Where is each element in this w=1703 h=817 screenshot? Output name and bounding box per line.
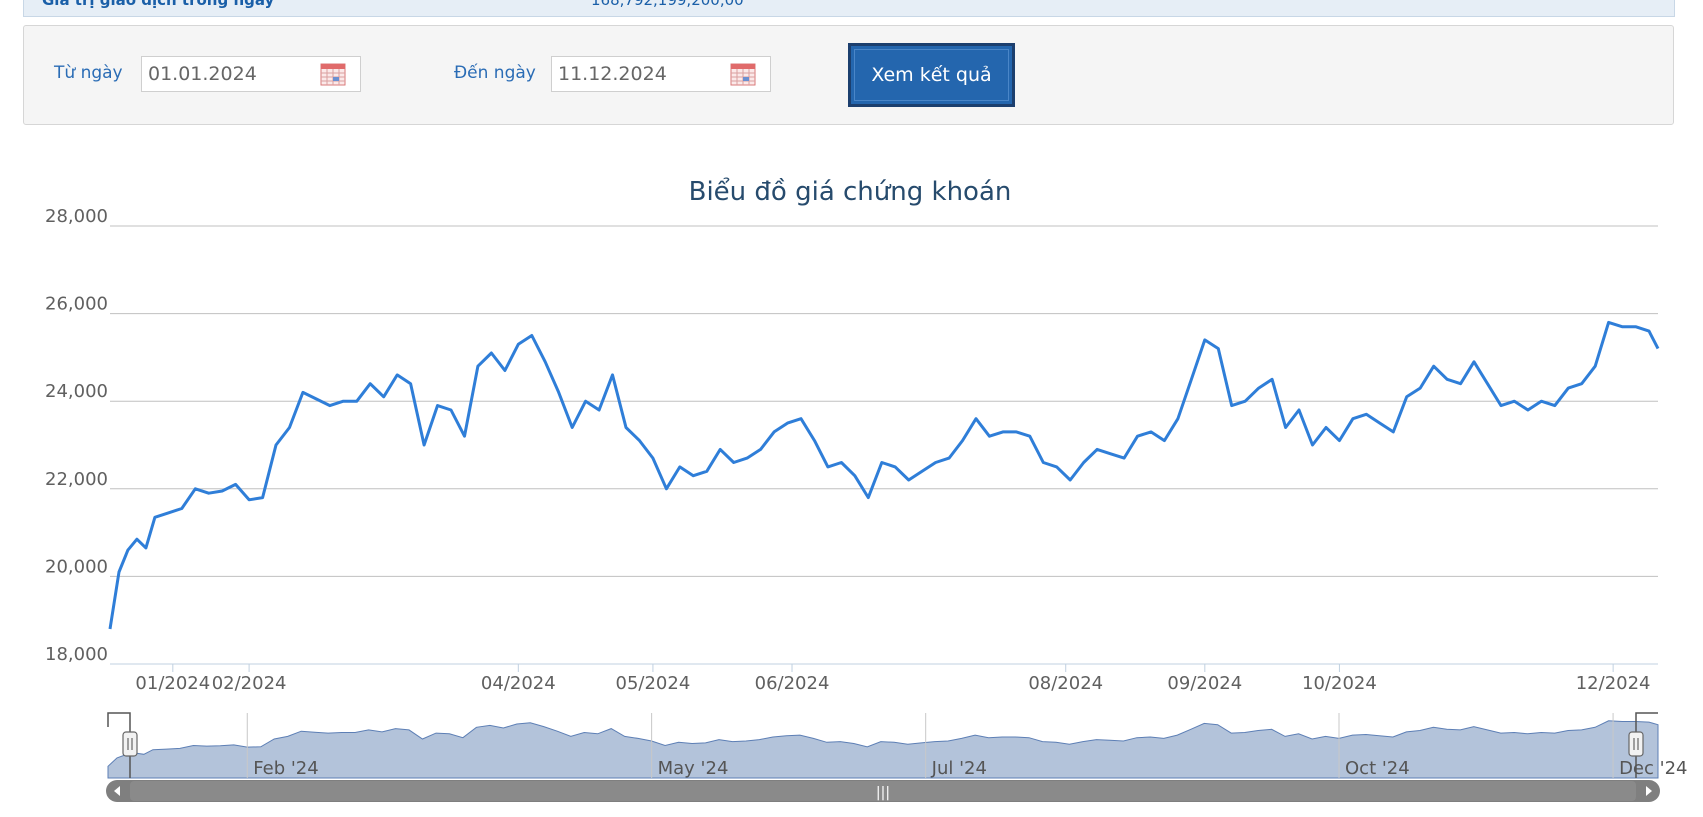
y-tick-label: 28,000 <box>45 206 108 227</box>
x-tick-label: 09/2024 <box>1167 673 1242 694</box>
price-series-line <box>108 320 1660 630</box>
x-tick-label: 12/2024 <box>1576 673 1651 694</box>
x-tick-label: 02/2024 <box>212 673 287 694</box>
scrollbar-grip[interactable]: ||| <box>876 785 890 801</box>
y-tick-label: 18,000 <box>45 644 108 665</box>
x-tick-label: 05/2024 <box>616 673 691 694</box>
navigator-right-handle[interactable] <box>1628 731 1644 757</box>
navigator-label: Dec '24 <box>1619 758 1687 779</box>
y-tick-label: 20,000 <box>45 556 108 577</box>
x-tick-label: 01/2024 <box>135 673 210 694</box>
navigator: Feb '24 May '24 Jul '24 Oct '24 Dec '24 ||| <box>106 712 1687 802</box>
navigator-label: Jul '24 <box>931 758 987 779</box>
chart-title: Biểu đồ giá chứng khoán <box>689 176 1012 207</box>
x-tick-label: 10/2024 <box>1302 673 1377 694</box>
y-tick-label: 22,000 <box>45 469 108 490</box>
navigator-label: Feb '24 <box>253 758 318 779</box>
navigator-label: Oct '24 <box>1345 758 1410 779</box>
x-tick-label: 08/2024 <box>1028 673 1103 694</box>
y-tick-label: 24,000 <box>45 381 108 402</box>
scrollbar[interactable]: ||| <box>106 780 1660 802</box>
navigator-label: May '24 <box>658 758 729 779</box>
navigator-left-handle[interactable] <box>122 731 138 757</box>
navigator-area <box>107 720 1659 779</box>
x-tick-label: 04/2024 <box>481 673 556 694</box>
y-tick-label: 26,000 <box>45 294 108 315</box>
stock-price-chart: Biểu đồ giá chứng khoán 18,000 20,000 22,0… <box>45 176 1687 802</box>
x-tick-label: 06/2024 <box>755 673 830 694</box>
